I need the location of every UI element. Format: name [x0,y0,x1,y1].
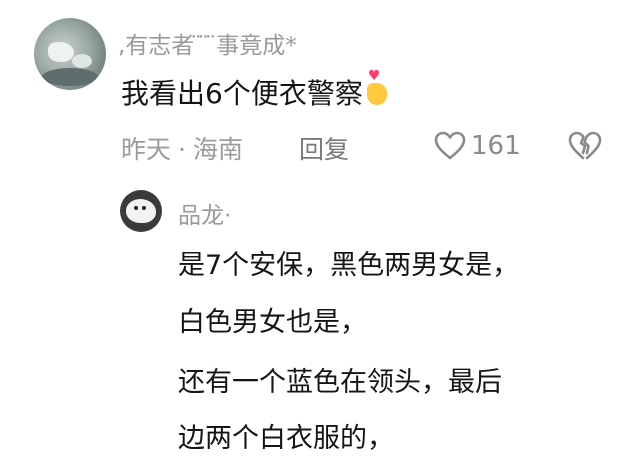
comment-text: 我看出6个便衣警察 [121,77,363,110]
comment-thread: ,有志者 ̈ ̈ ̈事竟成* 我看出6个便衣警察 ♥ 昨天 · 海南 回复 161 品… [0,0,640,461]
reply-avatar[interactable] [120,190,162,232]
reply-text-line: 边两个白衣服的， [178,423,394,454]
reply-text-line: 是7个安保，黑色两男女是， [178,250,520,281]
like-button[interactable]: 161 [434,129,521,163]
reply-text-line: 白色男女也是， [178,307,367,338]
avatar-shape [42,68,98,86]
avatar-shape [126,199,156,223]
comment-body: 我看出6个便衣警察 ♥ [121,69,391,112]
avatar[interactable] [34,18,106,90]
comment-username[interactable]: ,有志者 ̈ ̈ ̈事竟成* [118,26,297,60]
meta-separator: · [178,135,186,164]
comment-location: 海南 [192,135,243,164]
like-count: 161 [471,131,521,161]
heart-outline-icon [434,131,466,160]
avatar-shape [72,54,92,68]
broken-heart-outline-icon [568,131,602,160]
reply-username[interactable]: 品龙· [178,196,231,230]
reply-button[interactable]: 回复 [299,130,349,166]
avatar-shape [48,42,74,62]
comment-date: 昨天 [121,135,172,164]
dislike-button[interactable] [568,131,602,165]
comment-meta: 昨天 · 海南 [121,130,243,166]
finger-heart-icon: ♥ [365,69,391,107]
reply-text-line: 还有一个蓝色在领头，最后 [178,367,502,398]
avatar-shape [142,206,146,210]
avatar-shape [134,206,138,210]
